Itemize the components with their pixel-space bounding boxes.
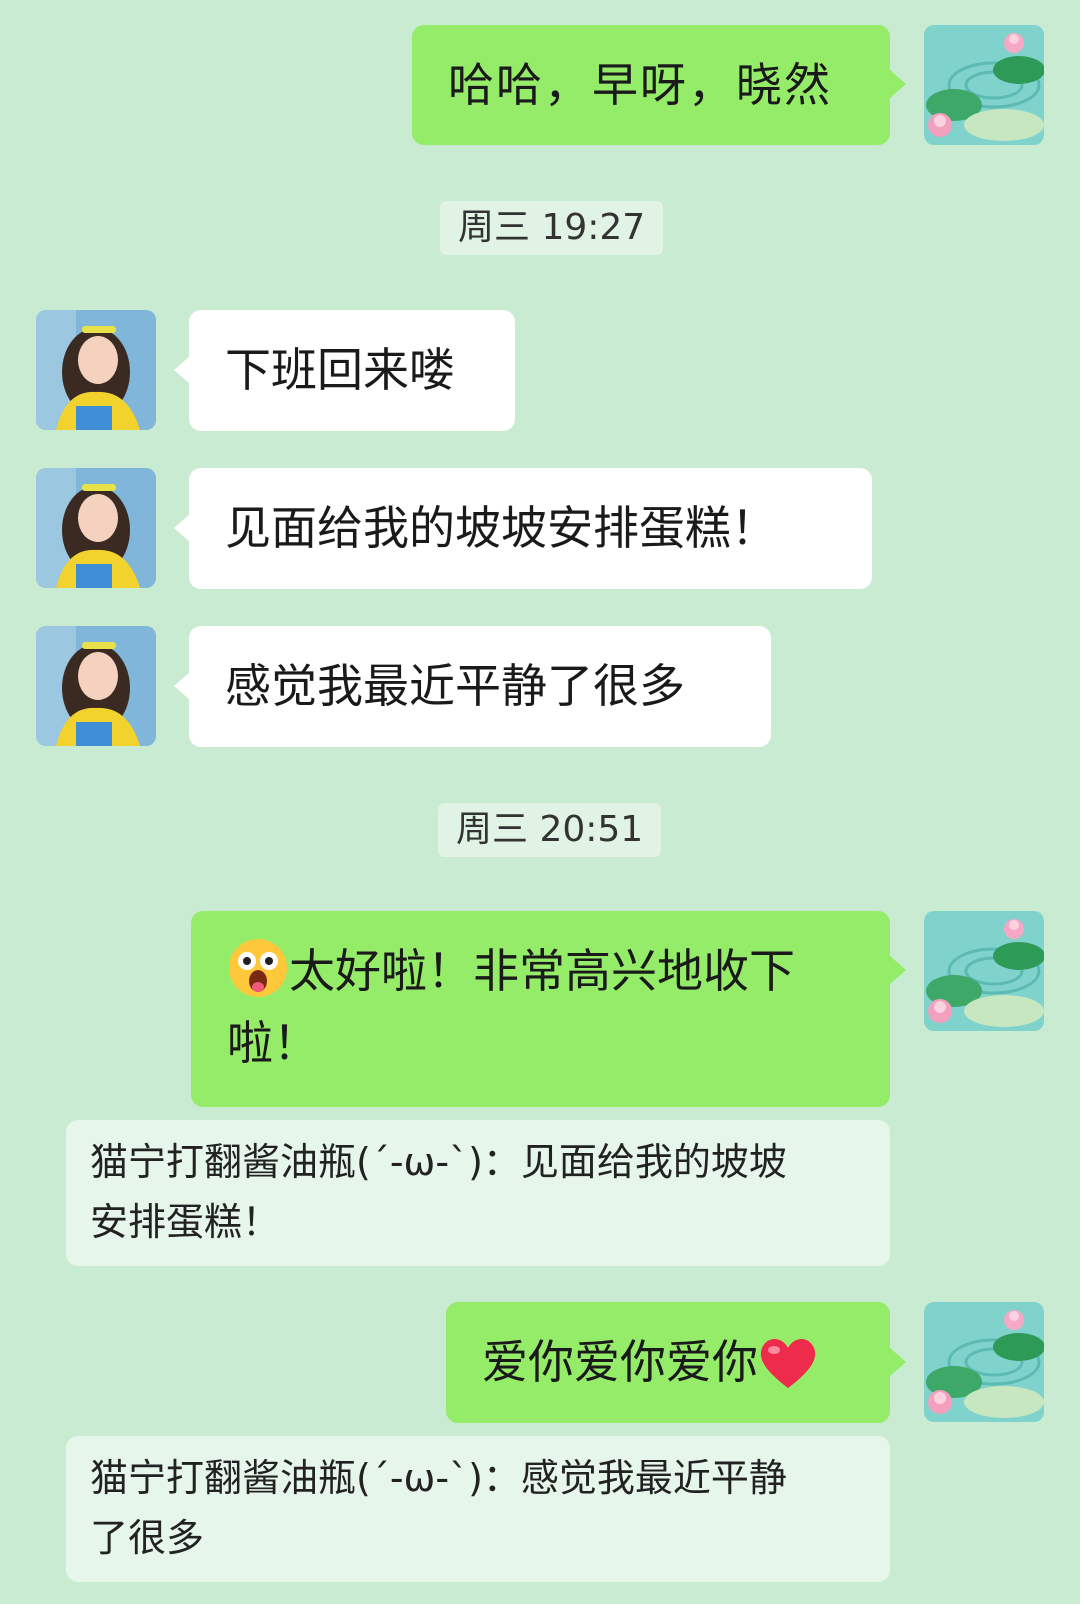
bubble-tail <box>890 956 906 984</box>
lotus-avatar-image <box>924 1302 1044 1422</box>
my-avatar[interactable] <box>924 911 1044 1031</box>
girl-avatar-image <box>36 468 156 588</box>
bubble-tail <box>890 70 906 98</box>
message-text: 见面给我的坡坡安排蛋糕！ <box>225 501 777 555</box>
contact-avatar[interactable] <box>36 468 156 588</box>
message-bubble-sent[interactable]: 爱你爱你爱你 <box>446 1302 890 1423</box>
timestamp-label: 周三 20:51 <box>438 803 662 857</box>
message-line: 太好啦！非常高兴地收下 <box>227 935 854 1007</box>
bubble-tail <box>890 1348 906 1376</box>
girl-avatar-image <box>36 310 156 430</box>
lotus-avatar-image <box>924 911 1044 1031</box>
message-text: 太好啦！非常高兴地收下 <box>289 944 795 998</box>
contact-avatar[interactable] <box>36 310 156 430</box>
quote-text: 猫宁打翻酱油瓶(´-ω-`)：感觉我最近平静 <box>90 1456 787 1500</box>
message-text: 感觉我最近平静了很多 <box>225 659 685 713</box>
message-bubble-received[interactable]: 感觉我最近平静了很多 <box>189 626 771 747</box>
bubble-tail <box>174 672 190 700</box>
my-avatar[interactable] <box>924 25 1044 145</box>
contact-avatar[interactable] <box>36 626 156 746</box>
bubble-tail <box>174 514 190 542</box>
message-text: 哈哈，早呀，晓然 <box>448 58 832 112</box>
timestamp-label: 周三 19:27 <box>440 201 664 255</box>
quote-text: 安排蛋糕！ <box>90 1200 281 1244</box>
message-bubble-received[interactable]: 下班回来喽 <box>189 310 515 431</box>
lotus-avatar-image <box>924 25 1044 145</box>
quoted-message[interactable]: 猫宁打翻酱油瓶(´-ω-`)：感觉我最近平静 了很多 <box>66 1436 890 1582</box>
girl-avatar-image <box>36 626 156 746</box>
message-text: 下班回来喽 <box>225 343 455 397</box>
message-bubble-received[interactable]: 见面给我的坡坡安排蛋糕！ <box>189 468 872 589</box>
quote-text: 了很多 <box>90 1516 205 1560</box>
message-text: 爱你爱你爱你 <box>482 1335 758 1389</box>
quoted-message[interactable]: 猫宁打翻酱油瓶(´-ω-`)：见面给我的坡坡 安排蛋糕！ <box>66 1120 890 1266</box>
quote-text: 猫宁打翻酱油瓶(´-ω-`)：见面给我的坡坡 <box>90 1140 787 1184</box>
message-bubble-sent[interactable]: 太好啦！非常高兴地收下 啦！ <box>191 911 890 1107</box>
red-heart-emoji <box>760 1339 816 1388</box>
starstruck-face-emoji <box>229 939 287 997</box>
bubble-tail <box>174 356 190 384</box>
my-avatar[interactable] <box>924 1302 1044 1422</box>
message-text: 啦！ <box>227 1016 319 1070</box>
message-bubble-sent[interactable]: 哈哈，早呀，晓然 <box>412 25 890 145</box>
